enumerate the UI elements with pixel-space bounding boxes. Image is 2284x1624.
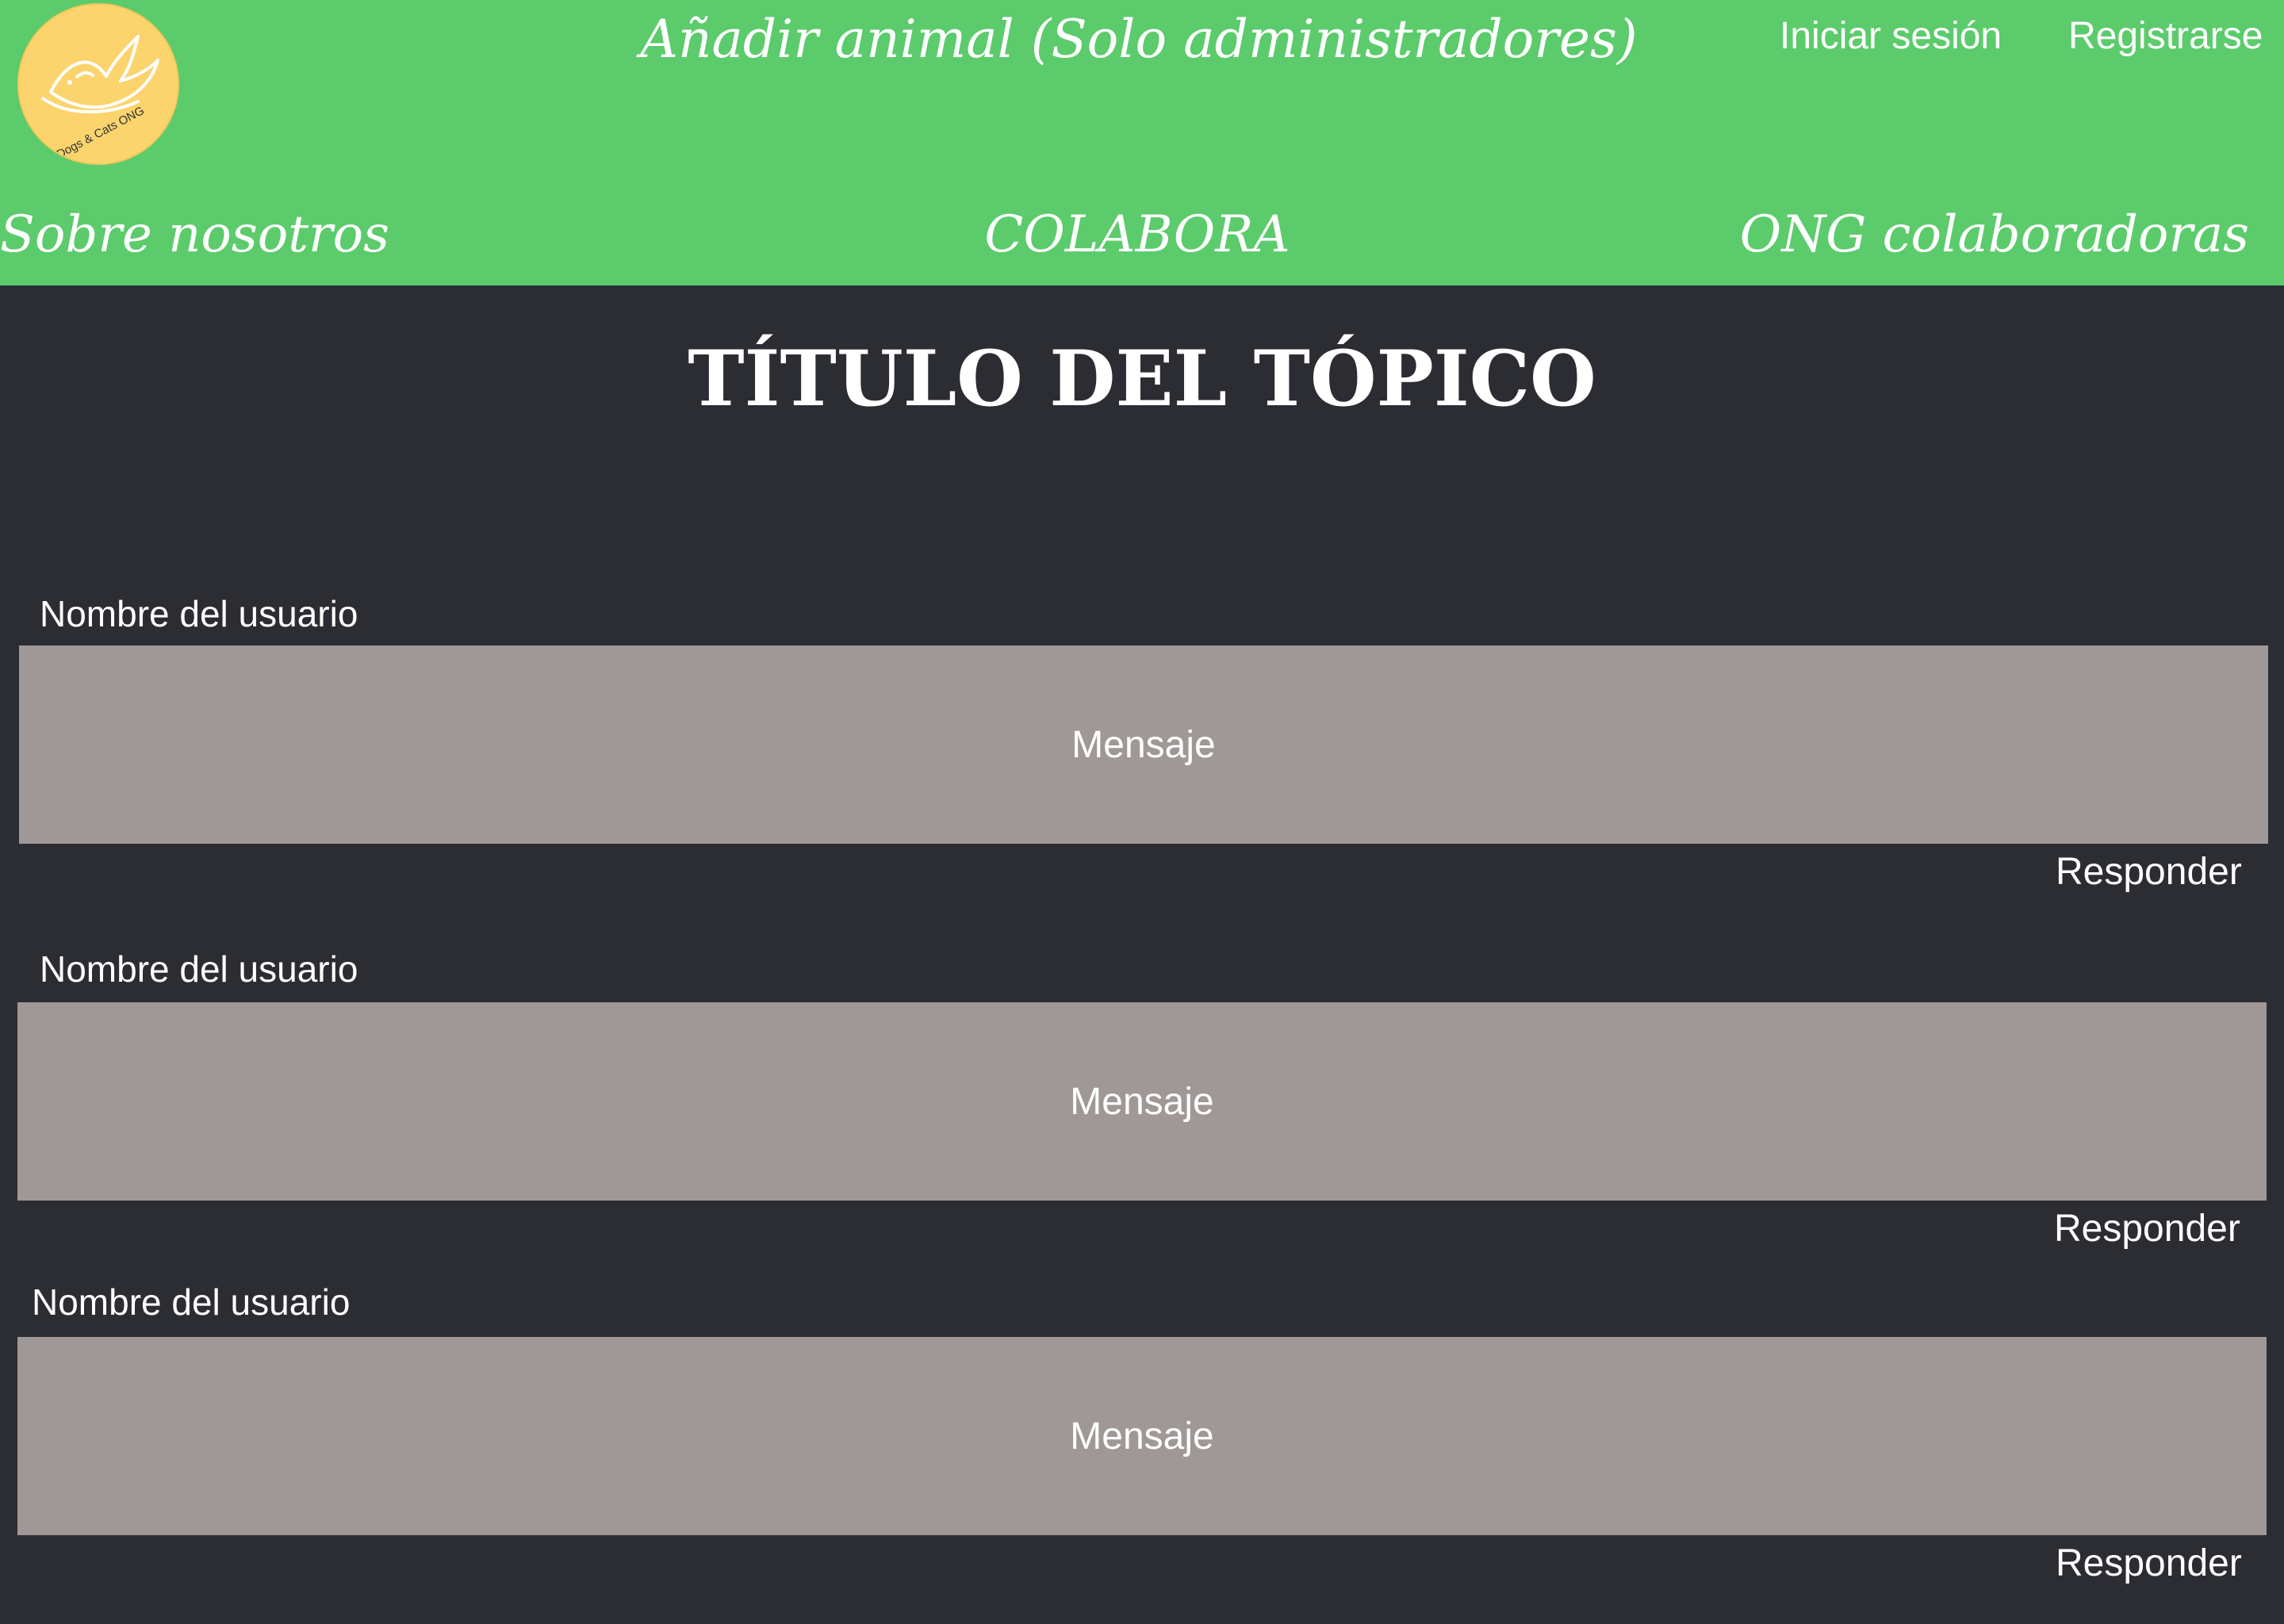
nav-partner-ngos[interactable]: ONG colaboradoras <box>1740 198 2249 271</box>
site-header: Dogs & Cats ONG Añadir animal (Solo admi… <box>0 0 2284 285</box>
register-link[interactable]: Registrarse <box>2068 11 2263 62</box>
add-animal-admin-label: Añadir animal (Solo administradores) <box>640 9 1638 70</box>
post-username: Nombre del usuario <box>40 593 358 634</box>
post-message-text: Mensaje <box>1071 723 1216 766</box>
nav-colabora-label: COLABORA <box>984 205 1290 264</box>
post-message: Mensaje <box>17 1002 2267 1201</box>
topic-title: TÍTULO DEL TÓPICO <box>0 331 2284 427</box>
post-username: Nombre del usuario <box>32 1281 351 1323</box>
topic-title-text: TÍTULO DEL TÓPICO <box>688 334 1596 423</box>
post-message-text: Mensaje <box>1070 1415 1214 1457</box>
post-message: Mensaje <box>19 645 2268 844</box>
post-message-text: Mensaje <box>1070 1080 1214 1123</box>
post-username: Nombre del usuario <box>40 948 358 990</box>
reply-button[interactable]: Responder <box>2056 1540 2242 1588</box>
login-link[interactable]: Iniciar sesión <box>1780 11 2002 62</box>
reply-button[interactable]: Responder <box>2054 1205 2240 1253</box>
reply-button[interactable]: Responder <box>2056 848 2242 896</box>
post-message: Mensaje <box>17 1337 2267 1535</box>
